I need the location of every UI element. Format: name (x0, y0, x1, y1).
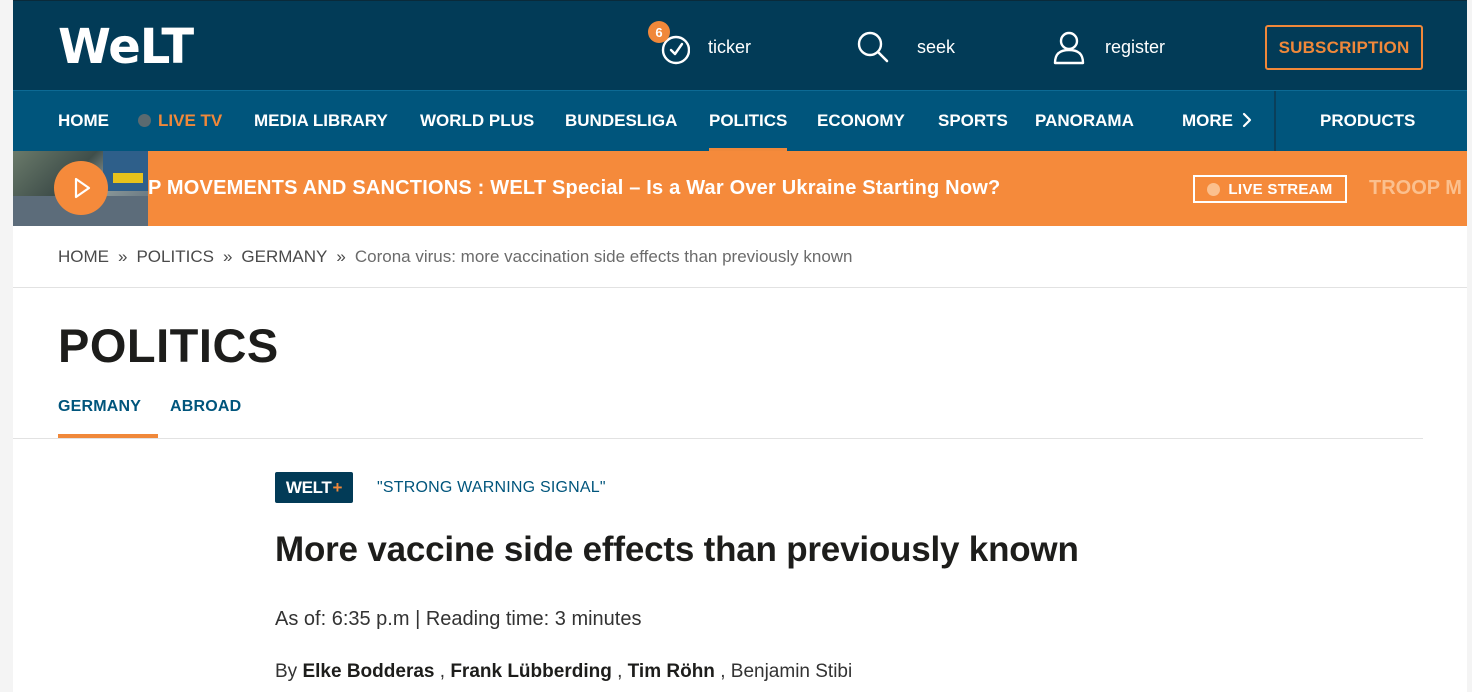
nav-sports[interactable]: SPORTS (938, 91, 1008, 151)
thumbnail-flag-yellow (113, 173, 143, 183)
author-link[interactable]: Frank Lübberding (450, 661, 612, 682)
ticker-label: ticker (708, 36, 752, 57)
live-stream-label: LIVE STREAM (1228, 180, 1333, 198)
nav-world-plus[interactable]: WORLD PLUS (420, 91, 534, 151)
register-link[interactable]: register (1051, 25, 1165, 69)
nav-more[interactable]: MORE (1182, 91, 1253, 151)
live-dot-icon (138, 114, 151, 127)
tab-abroad[interactable]: ABROAD (170, 398, 241, 416)
nav-home[interactable]: HOME (58, 91, 109, 151)
register-label: register (1105, 36, 1166, 57)
welt-plus-badge-text: WELT (285, 477, 332, 497)
byline-prefix: By (275, 661, 298, 682)
subscription-button[interactable]: SUBSCRIPTION (1265, 25, 1423, 70)
play-icon (74, 177, 91, 199)
nav-panorama[interactable]: PANORAMA (1035, 91, 1134, 151)
top-header: WeLT 6 ticker seek register SUBSCRIPTION (13, 0, 1467, 90)
breadcrumb-germany[interactable]: GERMANY (241, 247, 327, 266)
search-link[interactable]: seek (855, 25, 955, 69)
ticker-link[interactable]: 6 ticker (648, 21, 752, 69)
live-stream-badge[interactable]: LIVE STREAM (1193, 175, 1347, 203)
section-title: POLITICS (58, 319, 279, 372)
breadcrumb-separator: » (118, 247, 128, 266)
nav-media-library[interactable]: MEDIA LIBRARY (254, 91, 388, 151)
banner-trailing-text: TROOP M (1369, 177, 1462, 199)
nav-live-tv-label: LIVE TV (158, 111, 223, 130)
thumbnail-flag-blue (103, 151, 148, 191)
breadcrumb-current: Corona virus: more vaccination side effe… (354, 247, 853, 266)
banner-headline[interactable]: P MOVEMENTS AND SANCTIONS : WELT Special… (148, 151, 1000, 226)
search-icon (855, 29, 891, 65)
breadcrumb-home[interactable]: HOME (58, 247, 109, 266)
article-headline: More vaccine side effects than previousl… (275, 530, 1079, 569)
breadcrumb-separator: » (222, 247, 233, 266)
page: WeLT 6 ticker seek register SUBSCRIPTION… (13, 0, 1467, 692)
ticker-count-badge: 6 (648, 21, 670, 43)
author-link[interactable]: Elke Bodderas (302, 661, 434, 682)
article-authors: By Elke Bodderas , Frank Lübberding , Ti… (275, 661, 853, 682)
article-meta: As of: 6:35 p.m | Reading time: 3 minute… (275, 608, 642, 630)
divider (13, 438, 1423, 439)
user-icon (1051, 29, 1087, 65)
live-banner[interactable]: P MOVEMENTS AND SANCTIONS : WELT Special… (13, 151, 1467, 226)
author-link[interactable]: Tim Röhn (628, 661, 715, 682)
welt-plus-badge: WELT + (275, 472, 353, 503)
nav-economy[interactable]: ECONOMY (817, 91, 905, 151)
banner-thumbnail[interactable] (13, 151, 148, 226)
breadcrumb-separator: » (336, 247, 346, 266)
welt-logo[interactable]: WeLT (58, 23, 194, 71)
breadcrumb-politics[interactable]: POLITICS (136, 247, 213, 266)
nav-divider (1274, 91, 1276, 151)
clock-icon: 6 (648, 21, 691, 65)
chevron-right-icon (1242, 112, 1251, 128)
nav-live-tv[interactable]: LIVE TV (138, 91, 222, 151)
author-name: Benjamin Stibi (730, 661, 853, 682)
nav-politics[interactable]: POLITICS (709, 91, 788, 151)
tab-germany[interactable]: GERMANY (58, 398, 141, 416)
article-kicker: "STRONG WARNING SIGNAL" (377, 479, 606, 496)
play-button[interactable] (54, 161, 108, 215)
nav-more-label: MORE (1182, 111, 1233, 130)
divider (13, 287, 1467, 288)
breadcrumb: HOME » POLITICS » GERMANY » Corona virus: more… (58, 247, 853, 267)
main-nav: HOME LIVE TV MEDIA LIBRARY WORLD PLUS BU… (13, 90, 1467, 151)
nav-products[interactable]: PRODUCTS (1320, 91, 1415, 151)
live-stream-dot-icon (1207, 182, 1221, 196)
welt-plus-badge-plus: + (332, 477, 343, 497)
nav-bundesliga[interactable]: BUNDESLIGA (565, 91, 677, 151)
search-label: seek (917, 36, 956, 57)
